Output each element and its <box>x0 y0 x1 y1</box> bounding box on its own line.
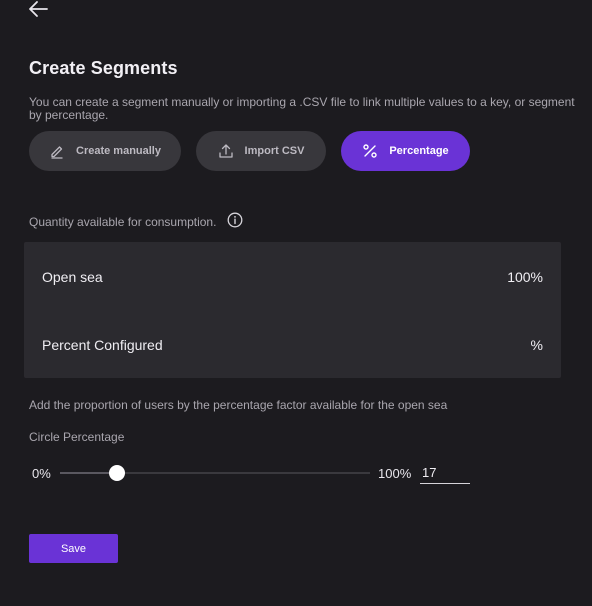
percentage-slider[interactable] <box>60 465 370 481</box>
percent-configured-label: Percent Configured <box>42 337 163 353</box>
import-csv-label: Import CSV <box>244 145 305 157</box>
create-manually-label: Create manually <box>76 145 161 157</box>
quantity-summary-panel: Open sea 100% Percent Configured % <box>24 242 561 378</box>
percent-configured-value: % <box>530 337 543 353</box>
circle-percentage-label: Circle Percentage <box>29 430 125 444</box>
back-button[interactable] <box>26 0 50 20</box>
slider-thumb[interactable] <box>109 465 126 481</box>
open-sea-row: Open sea 100% <box>42 269 543 285</box>
percent-configured-row: Percent Configured % <box>42 337 543 353</box>
create-segments-page: Create Segments You can create a segment… <box>0 0 592 606</box>
slider-min-label: 0% <box>32 466 51 481</box>
page-title: Create Segments <box>29 58 178 78</box>
create-manually-button[interactable]: Create manually <box>29 131 181 171</box>
info-icon[interactable] <box>227 212 243 228</box>
percentage-button[interactable]: Percentage <box>341 131 470 171</box>
percentage-label: Percentage <box>389 145 449 157</box>
slider-max-label: 100% <box>378 466 412 481</box>
pencil-icon <box>51 146 63 159</box>
upload-icon <box>218 144 233 158</box>
quantity-label: Quantity available for consumption. <box>29 215 217 229</box>
page-description: You can create a segment manually or imp… <box>29 95 575 122</box>
import-csv-button[interactable]: Import CSV <box>196 131 326 171</box>
circle-percentage-input[interactable] <box>420 462 470 484</box>
open-sea-label: Open sea <box>42 269 103 285</box>
save-button[interactable]: Save <box>29 534 118 563</box>
percent-icon <box>363 144 378 158</box>
open-sea-value: 100% <box>507 269 543 285</box>
proportion-label: Add the proportion of users by the perce… <box>29 398 448 412</box>
arrow-left-icon <box>29 1 48 17</box>
